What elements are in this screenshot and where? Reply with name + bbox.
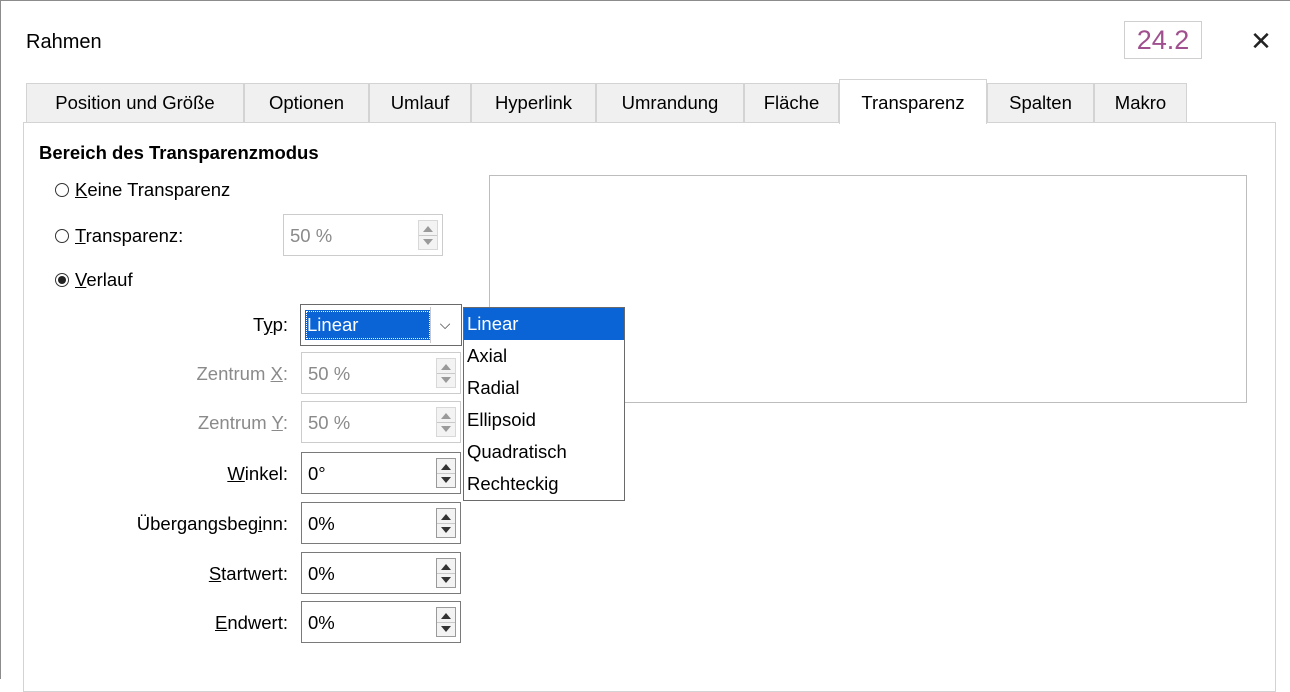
typ-selected-value: Linear <box>305 310 431 340</box>
tab-spalten[interactable]: Spalten <box>987 83 1094 123</box>
spin-arrows-icon[interactable] <box>436 458 456 488</box>
radio-gradient[interactable]: Verlauf <box>55 269 133 291</box>
spin-arrows-icon[interactable] <box>436 407 456 437</box>
start-value-stepper[interactable]: 0% <box>301 552 461 594</box>
center-x-stepper[interactable]: 50 % <box>301 352 461 394</box>
tab-optionen[interactable]: Optionen <box>244 83 369 123</box>
close-icon[interactable]: ✕ <box>1241 23 1281 59</box>
angle-stepper[interactable]: 0° <box>301 452 461 494</box>
typ-option-rechteckig[interactable]: Rechteckig <box>464 468 624 500</box>
tab-umrandung[interactable]: Umrandung <box>596 83 744 123</box>
end-value-label: Endwert: <box>214 612 288 633</box>
radio-button[interactable] <box>55 273 69 287</box>
typ-dropdown[interactable]: Linear ⌵ <box>300 304 462 346</box>
tab-transparenz[interactable]: Transparenz <box>839 79 987 124</box>
spin-arrows-icon[interactable] <box>436 508 456 538</box>
typ-option-radial[interactable]: Radial <box>464 372 624 404</box>
tab-hyperlink[interactable]: Hyperlink <box>471 83 596 123</box>
radio-transparency[interactable]: Transparenz: <box>55 225 183 247</box>
radio-button[interactable] <box>55 183 69 197</box>
version-badge: 24.2 <box>1124 21 1202 59</box>
frame-dialog: Rahmen 24.2 ✕ Position und Größe Optione… <box>0 0 1290 692</box>
border-stepper[interactable]: 0% <box>301 502 461 544</box>
typ-option-axial[interactable]: Axial <box>464 340 624 372</box>
spin-arrows-icon[interactable] <box>418 220 438 250</box>
tab-position-und-groesse[interactable]: Position und Größe <box>26 83 244 123</box>
typ-option-quadratisch[interactable]: Quadratisch <box>464 436 624 468</box>
center-x-label: Zentrum X: <box>196 363 288 384</box>
end-value-stepper[interactable]: 0% <box>301 601 461 643</box>
center-y-stepper[interactable]: 50 % <box>301 401 461 443</box>
dialog-title: Rahmen <box>26 31 102 53</box>
radio-label: Transparenz: <box>75 225 184 246</box>
radio-label: Verlauf <box>75 269 133 290</box>
typ-option-linear[interactable]: Linear <box>464 308 624 340</box>
typ-option-ellipsoid[interactable]: Ellipsoid <box>464 404 624 436</box>
radio-no-transparency[interactable]: Keine Transparenz <box>55 179 230 201</box>
tab-makro[interactable]: Makro <box>1094 83 1187 123</box>
angle-label: Winkel: <box>227 463 288 484</box>
tab-umlauf[interactable]: Umlauf <box>369 83 471 123</box>
spin-arrows-icon[interactable] <box>436 558 456 588</box>
transparency-stepper[interactable]: 50 % <box>283 214 443 256</box>
typ-label: Typ: <box>253 314 288 335</box>
section-heading: Bereich des Transparenzmodus <box>39 142 319 163</box>
radio-label: Keine Transparenz <box>75 179 231 200</box>
typ-dropdown-list: Linear Axial Radial Ellipsoid Quadratisc… <box>463 307 625 501</box>
spin-arrows-icon[interactable] <box>436 358 456 388</box>
chevron-down-icon[interactable]: ⌵ <box>430 307 459 343</box>
center-y-label: Zentrum Y: <box>197 412 288 433</box>
spin-arrows-icon[interactable] <box>436 607 456 637</box>
border-label: Übergangsbeginn: <box>136 513 288 534</box>
tab-flaeche[interactable]: Fläche <box>744 83 839 123</box>
title-bar: Rahmen 24.2 ✕ <box>1 1 1290 81</box>
radio-button[interactable] <box>55 229 69 243</box>
start-value-label: Startwert: <box>208 563 288 584</box>
